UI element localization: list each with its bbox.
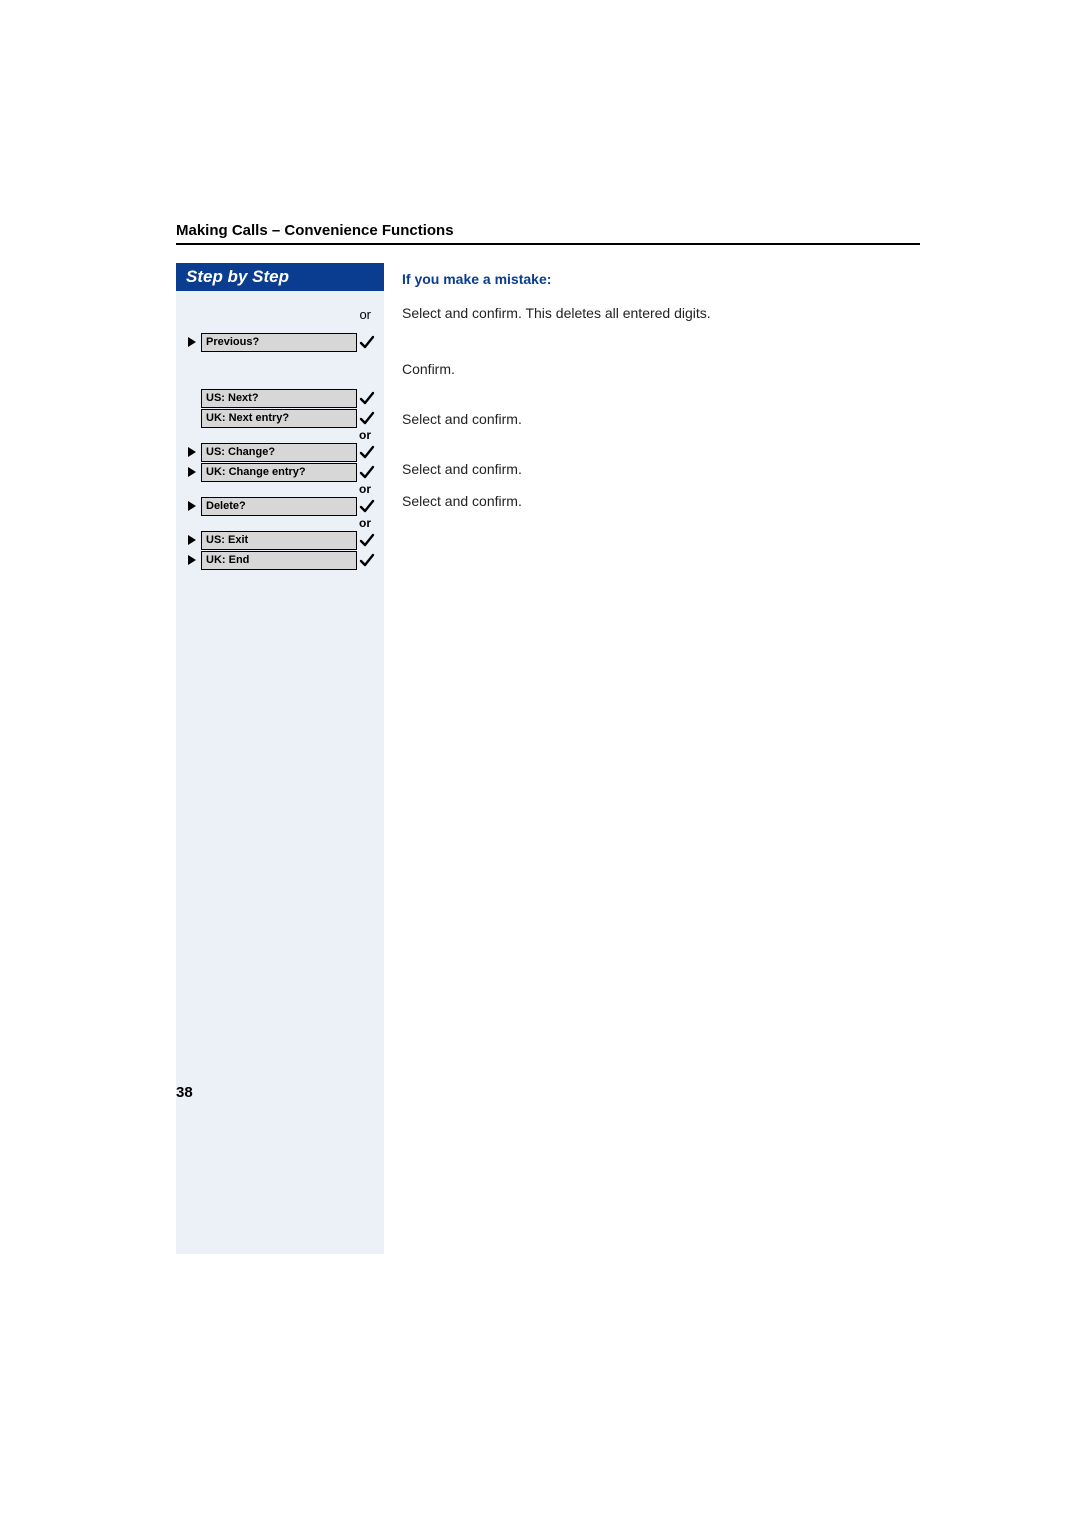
- mistake-heading: If you make a mistake:: [402, 271, 920, 287]
- spacer: [183, 352, 377, 388]
- menu-entry-uk-next-entry: UK: Next entry?: [183, 408, 377, 428]
- play-icon: [183, 336, 201, 348]
- play-icon: [183, 446, 201, 458]
- menu-label: Delete?: [201, 497, 357, 516]
- page-header-title: Making Calls – Convenience Functions: [176, 222, 920, 239]
- step-by-step-header: Step by Step: [176, 263, 384, 291]
- check-icon: [357, 552, 377, 568]
- check-icon: [357, 532, 377, 548]
- step-list: or Previous?: [176, 291, 384, 574]
- menu-label: US: Change?: [201, 443, 357, 462]
- instruction-column: If you make a mistake: Select and confir…: [384, 263, 920, 509]
- manual-page: Making Calls – Convenience Functions Ste…: [0, 0, 1080, 1528]
- or-label: or: [183, 482, 377, 496]
- menu-entry-us-next: US: Next?: [183, 388, 377, 408]
- menu-entry-delete: Delete?: [183, 496, 377, 516]
- play-icon: [183, 500, 201, 512]
- content-frame: Making Calls – Convenience Functions Ste…: [176, 222, 920, 1254]
- or-label-top: or: [183, 301, 377, 332]
- check-icon: [357, 410, 377, 426]
- select-confirm-3: Select and confirm.: [402, 493, 920, 509]
- step-by-step-panel: Step by Step or Previous?: [176, 263, 384, 1254]
- check-icon: [357, 390, 377, 406]
- select-confirm-2: Select and confirm.: [402, 461, 920, 477]
- or-label: or: [183, 428, 377, 442]
- menu-label: UK: Change entry?: [201, 463, 357, 482]
- menu-entry-uk-end: UK: End: [183, 550, 377, 570]
- spacer: [402, 477, 920, 493]
- check-icon: [357, 464, 377, 480]
- menu-entry-previous: Previous?: [183, 332, 377, 352]
- check-icon: [357, 444, 377, 460]
- menu-entry-us-exit: US: Exit: [183, 530, 377, 550]
- header-rule: [176, 243, 920, 245]
- page-number: 38: [176, 1084, 193, 1101]
- play-icon: [183, 534, 201, 546]
- menu-label: UK: End: [201, 551, 357, 570]
- or-label: or: [183, 516, 377, 530]
- spacer: [402, 287, 920, 305]
- play-icon: [183, 554, 201, 566]
- confirm-text: Confirm.: [402, 361, 920, 377]
- spacer: [402, 263, 920, 271]
- check-icon: [357, 334, 377, 350]
- menu-label: US: Exit: [201, 531, 357, 550]
- menu-label: Previous?: [201, 333, 357, 352]
- menu-label: US: Next?: [201, 389, 357, 408]
- menu-entry-uk-change-entry: UK: Change entry?: [183, 462, 377, 482]
- menu-entry-us-change: US: Change?: [183, 442, 377, 462]
- two-column-layout: Step by Step or Previous?: [176, 263, 920, 1254]
- mistake-body: Select and confirm. This deletes all ent…: [402, 305, 920, 321]
- menu-label: UK: Next entry?: [201, 409, 357, 428]
- check-icon: [357, 498, 377, 514]
- spacer: [402, 321, 920, 361]
- panel-fill: [176, 574, 384, 1254]
- play-icon: [183, 466, 201, 478]
- spacer: [402, 427, 920, 461]
- spacer: [402, 377, 920, 411]
- select-confirm-1: Select and confirm.: [402, 411, 920, 427]
